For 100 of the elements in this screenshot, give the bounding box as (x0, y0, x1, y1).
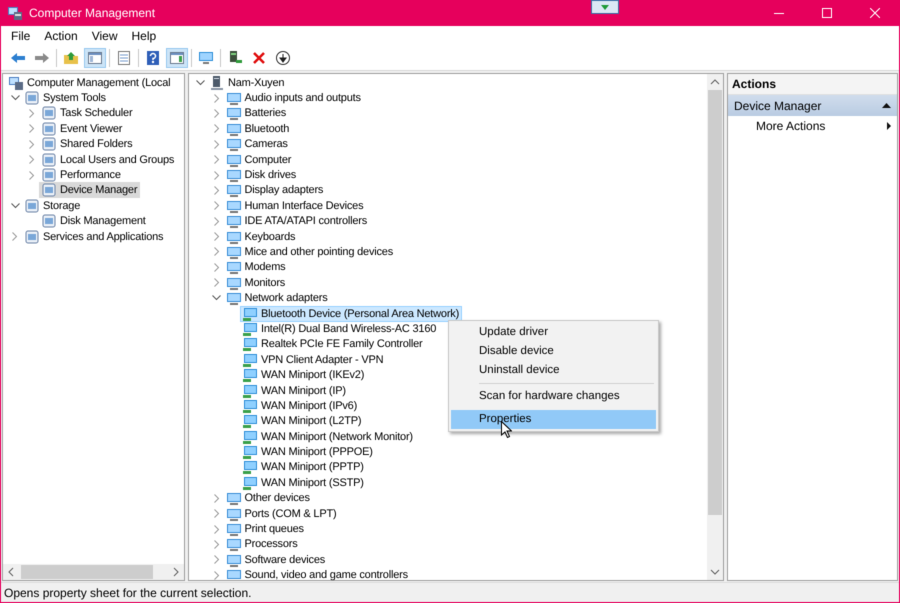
maximize-icon[interactable] (822, 8, 832, 18)
action-section[interactable]: Device Manager (728, 95, 897, 116)
tree-item[interactable]: Disk drives (224, 167, 300, 184)
tree-item[interactable]: Computer Management (Local (6, 74, 174, 91)
tree-item[interactable]: WAN Miniport (PPTP) (240, 459, 367, 476)
menu-item[interactable]: Properties (451, 410, 656, 429)
chevron-right-icon[interactable] (214, 232, 220, 242)
tree-item[interactable]: Print queues (224, 521, 307, 538)
menu-item[interactable]: File (4, 29, 38, 43)
chevron-right-icon[interactable] (214, 140, 220, 149)
chevron-right-icon[interactable] (214, 94, 220, 103)
tree-item[interactable]: Monitors (224, 274, 288, 291)
tree-item[interactable]: Event Viewer (39, 120, 126, 137)
chevron-right-icon[interactable] (214, 216, 220, 226)
tree-item[interactable]: Ports (COM & LPT) (224, 506, 340, 522)
section-title: Device Manager (734, 98, 822, 112)
action-link[interactable]: More Actions (728, 116, 897, 136)
chevron-right-icon[interactable] (29, 170, 35, 180)
tree-item[interactable]: Task Scheduler (39, 105, 136, 122)
chevron-right-icon[interactable] (29, 108, 35, 118)
chevron-right-icon[interactable] (214, 570, 220, 580)
menu-item[interactable]: View (84, 29, 124, 43)
network-adapter-icon (242, 413, 258, 430)
tree-item[interactable]: VPN Client Adapter - VPN (240, 352, 386, 368)
tree-item[interactable]: WAN Miniport (PPPOE) (240, 444, 376, 460)
help-icon (145, 50, 161, 66)
tree-item[interactable]: WAN Miniport (IPv6) (240, 398, 360, 414)
pane-header: Actions (728, 74, 897, 95)
tree-item[interactable]: System Tools (22, 90, 109, 106)
chevron-right-icon[interactable] (214, 155, 220, 164)
chevron-right-icon[interactable] (214, 540, 220, 549)
device-icon (226, 290, 242, 306)
chevron-down-icon[interactable] (212, 295, 221, 302)
network-adapter-icon (242, 382, 258, 399)
tree-item[interactable]: Services and Applications (22, 228, 166, 245)
chevron-right-icon[interactable] (214, 186, 220, 195)
tree-item[interactable]: Bluetooth (224, 120, 292, 137)
chevron-down-icon[interactable] (196, 80, 204, 86)
scroll-thumb[interactable] (708, 90, 722, 515)
tree-item[interactable]: Keyboards (224, 228, 298, 245)
chevron-down-icon[interactable] (10, 95, 20, 102)
chevron-right-icon[interactable] (214, 509, 220, 518)
tree-item[interactable]: Mice and other pointing devices (224, 244, 396, 260)
chevron-right-icon[interactable] (214, 555, 220, 564)
tree-item[interactable]: WAN Miniport (Network Monitor) (240, 428, 416, 445)
tree-item[interactable]: Network adapters (224, 290, 331, 306)
device-icon (226, 244, 242, 260)
menu-item[interactable]: Update driver (451, 323, 656, 342)
tree-item[interactable]: Intel(R) Dual Band Wireless-AC 3160 (240, 320, 440, 337)
tree-item[interactable]: WAN Miniport (SSTP) (240, 474, 367, 491)
menu-item[interactable]: Scan for hardware changes (451, 387, 656, 406)
scroll-thumb[interactable] (21, 565, 153, 579)
vertical-scrollbar[interactable] (707, 74, 723, 580)
tree-item[interactable]: Shared Folders (39, 136, 136, 152)
tool-icon (24, 90, 40, 106)
tree-item[interactable]: Other devices (224, 490, 313, 506)
tree-item[interactable]: Batteries (224, 105, 290, 122)
dropdown-button[interactable] (591, 0, 619, 14)
chevron-right-icon[interactable] (29, 155, 35, 164)
menu-item[interactable]: Action (37, 29, 85, 43)
tree-item[interactable]: WAN Miniport (L2TP) (240, 413, 364, 430)
chevron-right-icon[interactable] (29, 140, 35, 149)
chevron-right-icon[interactable] (214, 262, 220, 272)
tree-item[interactable]: Modems (224, 259, 288, 276)
horizontal-scrollbar[interactable] (3, 564, 184, 580)
chevron-right-icon[interactable] (214, 247, 220, 256)
menu-item[interactable]: Help (124, 29, 164, 43)
tree-item[interactable]: Cameras (224, 136, 291, 152)
tree-item[interactable]: Processors (224, 536, 301, 552)
tree-item[interactable]: Human Interface Devices (224, 198, 366, 214)
tree-item[interactable]: IDE ATA/ATAPI controllers (224, 213, 370, 230)
chevron-right-icon[interactable] (214, 524, 220, 534)
chevron-right-icon[interactable] (214, 494, 220, 503)
tree-item[interactable]: Nam-Xuyen (207, 74, 288, 91)
chevron-right-icon[interactable] (214, 108, 220, 118)
chevron-right-icon[interactable] (12, 232, 18, 242)
chevron-right-icon[interactable] (29, 124, 35, 134)
tree-item[interactable]: Software devices (224, 552, 328, 568)
chevron-right-icon[interactable] (214, 201, 220, 210)
chevron-right-icon[interactable] (214, 124, 220, 134)
menu-item[interactable]: Disable device (451, 342, 656, 361)
tree-item[interactable]: Disk Management (39, 213, 149, 230)
chevron-right-icon[interactable] (214, 170, 220, 180)
tree-item[interactable]: Bluetooth Device (Personal Area Network) (240, 306, 462, 322)
tree-item[interactable]: Display adapters (224, 182, 326, 198)
tree-item[interactable]: Storage (22, 198, 84, 214)
tree-item[interactable]: Device Manager (39, 182, 140, 198)
menu-item[interactable]: Uninstall device (451, 361, 656, 380)
chevron-right-icon[interactable] (214, 278, 220, 288)
tree-item[interactable]: WAN Miniport (IP) (240, 382, 349, 399)
tree-item[interactable]: Local Users and Groups (39, 152, 178, 168)
chevron-down-icon[interactable] (10, 202, 20, 209)
tree-item[interactable]: WAN Miniport (IKEv2) (240, 367, 368, 384)
collapse-icon[interactable] (882, 103, 891, 108)
network-adapter-icon (242, 459, 258, 476)
tree-item[interactable]: Audio inputs and outputs (224, 90, 364, 106)
tree-item[interactable]: Realtek PCIe FE Family Controller (240, 336, 426, 352)
tree-item[interactable]: Computer (224, 152, 294, 168)
tree-item[interactable]: Performance (39, 167, 124, 184)
close-icon[interactable] (870, 8, 880, 18)
